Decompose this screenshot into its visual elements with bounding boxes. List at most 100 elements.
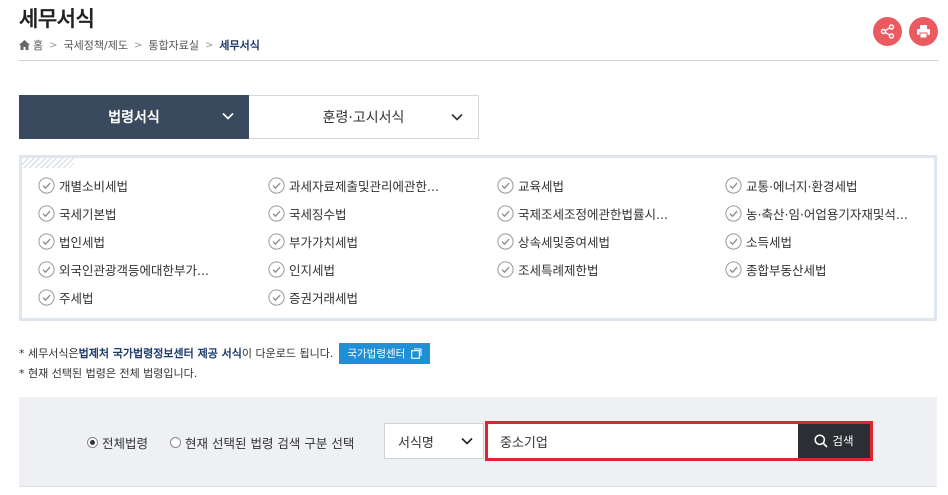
- law-item[interactable]: 국세징수법: [268, 203, 497, 224]
- select-value: 서식명: [398, 435, 434, 451]
- page-actions: [873, 17, 938, 46]
- search-button-label: 검색: [832, 434, 854, 448]
- chevron-down-icon: [451, 113, 463, 121]
- law-item-label: 농·축산·임·어업용기자재및석...: [746, 207, 908, 222]
- law-item[interactable]: 인지세법: [268, 259, 497, 280]
- check-circle-icon: [497, 261, 514, 278]
- search-icon: [814, 434, 828, 448]
- radio-dot-checked: [87, 437, 98, 448]
- law-item[interactable]: 과세자료제출및관리에관한...: [268, 175, 497, 196]
- check-circle-icon: [38, 205, 55, 222]
- law-item[interactable]: 종합부동산세법: [725, 259, 948, 280]
- note-text: * 세무서식은: [19, 347, 79, 360]
- law-item-label: 국제조세조정에관한법률시...: [518, 207, 668, 222]
- breadcrumb-archive[interactable]: 통합자료실: [148, 37, 199, 53]
- law-item-label: 외국인관광객등에대한부가...: [59, 263, 209, 278]
- chevron-right-icon: >: [204, 39, 214, 51]
- note-selected-law: * 현재 선택된 법령은 전체 법령입니다.: [19, 367, 198, 380]
- decorative-hatch: [22, 158, 74, 168]
- law-item-label: 교통·에너지·환경세법: [746, 179, 858, 194]
- law-item[interactable]: 국세기본법: [38, 203, 268, 224]
- law-list-panel: 개별소비세법 과세자료제출및관리에관한... 교육세법 교통·에너지·환경세법국세기본…: [19, 155, 937, 321]
- check-circle-icon: [268, 261, 285, 278]
- law-center-button[interactable]: 국가법령센터: [339, 342, 431, 364]
- check-circle-icon: [725, 261, 742, 278]
- law-item[interactable]: 상속세및증여세법: [497, 231, 725, 252]
- law-item-label: 인지세법: [289, 263, 336, 278]
- law-item[interactable]: 조세특례제한법: [497, 259, 725, 280]
- law-item[interactable]: 소득세법: [725, 231, 948, 252]
- law-item[interactable]: 국제조세조정에관한법률시...: [497, 203, 725, 224]
- search-panel: 전체법령 현재 선택된 법령 검색 구분 선택 서식명 검색: [19, 397, 937, 487]
- check-circle-icon: [725, 233, 742, 250]
- law-item-label: 상속세및증여세법: [518, 235, 611, 250]
- check-circle-icon: [268, 205, 285, 222]
- chevron-down-icon: [222, 112, 234, 120]
- law-item-label: 종합부동산세법: [746, 263, 827, 278]
- radio-selected-law[interactable]: 현재 선택된 법령 검색 구분 선택: [170, 433, 354, 452]
- share-icon: [880, 24, 895, 39]
- law-item[interactable]: 증권거래세법: [268, 287, 497, 308]
- law-item-label: 개별소비세법: [59, 179, 129, 194]
- tab-label: 법령서식: [108, 110, 160, 126]
- note-highlight: 법제처 국가법령정보센터 제공 서식: [78, 347, 242, 360]
- law-item-label: 부가가치세법: [289, 235, 359, 250]
- check-circle-icon: [497, 177, 514, 194]
- home-icon[interactable]: [19, 40, 30, 50]
- check-circle-icon: [725, 177, 742, 194]
- note-text: 이 다운로드 됩니다.: [241, 347, 334, 360]
- law-item-label: 조세특례제한법: [518, 263, 599, 278]
- print-icon: [917, 25, 930, 39]
- check-circle-icon: [497, 233, 514, 250]
- law-item[interactable]: 법인세법: [38, 231, 268, 252]
- check-circle-icon: [497, 205, 514, 222]
- tab-label: 훈령·고시서식: [322, 110, 405, 126]
- notes: * 세무서식은 법제처 국가법령정보센터 제공 서식 이 다운로드 됩니다. 국…: [19, 342, 431, 382]
- check-circle-icon: [38, 261, 55, 278]
- check-circle-icon: [725, 205, 742, 222]
- breadcrumb-current: 세무서식: [219, 39, 260, 52]
- law-item-label: 교육세법: [518, 179, 565, 194]
- check-circle-icon: [38, 177, 55, 194]
- law-item[interactable]: 교육세법: [497, 175, 725, 196]
- law-item-label: 국세기본법: [59, 207, 117, 222]
- law-item[interactable]: 외국인관광객등에대한부가...: [38, 259, 268, 280]
- share-button[interactable]: [873, 17, 902, 46]
- chevron-right-icon: >: [133, 39, 143, 51]
- law-item[interactable]: 주세법: [38, 287, 268, 308]
- tab-directive-forms[interactable]: 훈령·고시서식: [249, 95, 479, 139]
- law-item-label: 법인세법: [59, 235, 106, 250]
- breadcrumb-home[interactable]: 홈: [33, 37, 43, 53]
- law-item[interactable]: 부가가치세법: [268, 231, 497, 252]
- tab-law-forms[interactable]: 법령서식: [19, 95, 249, 139]
- print-button[interactable]: [909, 17, 938, 46]
- radio-label: 현재 선택된 법령 검색 구분 선택: [185, 436, 355, 451]
- radio-label: 전체법령: [102, 436, 149, 451]
- search-button[interactable]: 검색: [798, 424, 870, 458]
- law-item-label: 주세법: [59, 291, 94, 306]
- search-box: 검색: [485, 421, 873, 461]
- breadcrumb: 홈 > 국세정책/제도 > 통합자료실 > 세무서식: [19, 37, 260, 53]
- check-circle-icon: [268, 289, 285, 306]
- check-circle-icon: [268, 177, 285, 194]
- form-type-tabs: 법령서식 훈령·고시서식: [19, 95, 479, 139]
- chevron-right-icon: >: [49, 39, 58, 51]
- law-item-label: 증권거래세법: [289, 291, 359, 306]
- law-list: 개별소비세법 과세자료제출및관리에관한... 교육세법 교통·에너지·환경세법국세기본…: [38, 175, 948, 308]
- page-title: 세무서식: [19, 7, 95, 31]
- header-divider: [19, 60, 938, 61]
- search-type-select[interactable]: 서식명: [384, 423, 484, 459]
- search-input[interactable]: [488, 424, 798, 458]
- law-item[interactable]: 교통·에너지·환경세법: [725, 175, 948, 196]
- radio-all-laws[interactable]: 전체법령: [87, 433, 148, 452]
- law-item[interactable]: 개별소비세법: [38, 175, 268, 196]
- note-download: * 세무서식은 법제처 국가법령정보센터 제공 서식 이 다운로드 됩니다. 국…: [19, 342, 431, 364]
- law-item[interactable]: 농·축산·임·어업용기자재및석...: [725, 203, 948, 224]
- radio-dot: [170, 437, 181, 448]
- check-circle-icon: [268, 233, 285, 250]
- law-item-label: 국세징수법: [289, 207, 347, 222]
- law-item-label: 소득세법: [746, 235, 793, 250]
- breadcrumb-tax-policy[interactable]: 국세정책/제도: [64, 37, 128, 53]
- check-circle-icon: [38, 289, 55, 306]
- chevron-down-icon: [461, 437, 473, 445]
